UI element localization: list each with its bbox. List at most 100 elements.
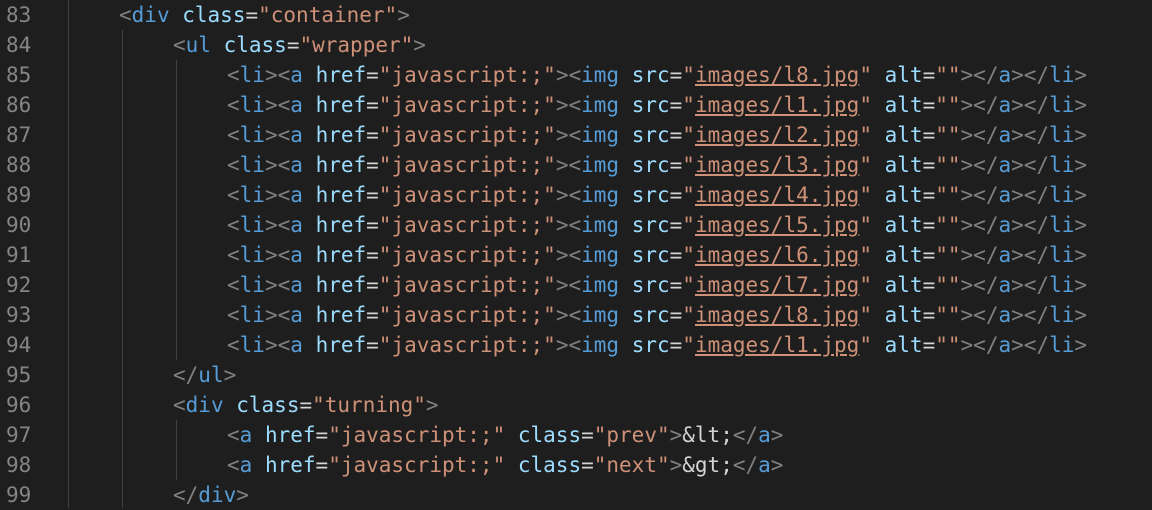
code-token: > bbox=[1074, 213, 1088, 237]
code-token: "javascript:;" bbox=[378, 153, 556, 177]
code-token: </ bbox=[173, 483, 199, 507]
code-token: >< bbox=[264, 183, 291, 207]
code-token: < bbox=[227, 273, 240, 297]
code-line[interactable]: <li><a href="javascript:;"><img src="ima… bbox=[227, 210, 1087, 240]
code-token: a bbox=[290, 183, 303, 207]
code-line[interactable]: <li><a href="javascript:;"><img src="ima… bbox=[227, 180, 1087, 210]
code-token[interactable]: images/l8.jpg bbox=[695, 303, 859, 327]
code-line[interactable]: </ul> bbox=[173, 360, 236, 390]
code-token: a bbox=[290, 303, 303, 327]
code-token: > bbox=[1074, 273, 1088, 297]
code-token: img bbox=[581, 93, 620, 117]
code-token: >< bbox=[555, 183, 582, 207]
code-token: ></ bbox=[1011, 93, 1050, 117]
code-token: class bbox=[517, 423, 582, 447]
code-token: < bbox=[227, 93, 240, 117]
code-token: < bbox=[227, 123, 240, 147]
code-token[interactable]: images/l8.jpg bbox=[695, 63, 859, 87]
code-line[interactable]: <li><a href="javascript:;"><img src="ima… bbox=[227, 330, 1087, 360]
code-token[interactable]: images/l1.jpg bbox=[695, 333, 859, 357]
code-token[interactable]: images/l2.jpg bbox=[695, 123, 859, 147]
code-token: "next" bbox=[593, 453, 670, 477]
code-token: class bbox=[182, 3, 246, 27]
code-token: > bbox=[770, 423, 784, 447]
code-token: >< bbox=[555, 273, 582, 297]
code-token: >< bbox=[264, 123, 291, 147]
code-token: a bbox=[998, 243, 1012, 267]
code-line[interactable]: <li><a href="javascript:;"><img src="ima… bbox=[227, 150, 1087, 180]
code-token: = bbox=[581, 453, 594, 477]
code-line[interactable]: <li><a href="javascript:;"><img src="ima… bbox=[227, 60, 1087, 90]
code-token: >< bbox=[264, 63, 291, 87]
code-token: ></ bbox=[960, 153, 999, 177]
code-token: a bbox=[998, 333, 1012, 357]
code-token[interactable]: images/l6.jpg bbox=[695, 243, 859, 267]
code-token: = bbox=[366, 213, 379, 237]
code-token: = bbox=[922, 93, 936, 117]
code-token: li bbox=[239, 183, 265, 207]
line-number: 97 bbox=[6, 423, 32, 447]
code-token: = bbox=[366, 183, 379, 207]
code-token: = bbox=[922, 123, 936, 147]
code-line[interactable]: <li><a href="javascript:;"><img src="ima… bbox=[227, 90, 1087, 120]
code-line[interactable]: <li><a href="javascript:;"><img src="ima… bbox=[227, 240, 1087, 270]
code-token: img bbox=[581, 183, 620, 207]
code-token: li bbox=[1049, 243, 1075, 267]
code-token[interactable]: images/l4.jpg bbox=[695, 183, 859, 207]
line-number-gutter: 83 84 85 86 87 88 89 90 91 92 93 94 95 96 97 98 99 bbox=[0, 0, 60, 508]
code-line[interactable]: <ul class="wrapper"> bbox=[173, 30, 426, 60]
code-token: "javascript:;" bbox=[378, 333, 556, 357]
code-token: "" bbox=[935, 273, 961, 297]
code-token: href bbox=[315, 153, 367, 177]
code-token: div bbox=[198, 483, 237, 507]
code-token: " bbox=[859, 333, 872, 357]
code-line[interactable]: </div> bbox=[173, 480, 249, 508]
code-line[interactable]: <li><a href="javascript:;"><img src="ima… bbox=[227, 300, 1087, 330]
code-editor[interactable]: 83 84 85 86 87 88 89 90 91 92 93 94 95 96 97 98 99 <div … bbox=[0, 0, 1152, 508]
code-token: > bbox=[223, 363, 237, 387]
code-token: "javascript:;" bbox=[378, 123, 556, 147]
code-token: > bbox=[413, 33, 426, 57]
code-token: > bbox=[1074, 63, 1088, 87]
code-token: " bbox=[682, 213, 695, 237]
code-area[interactable]: <div class="container"> <ul class="wrappe… bbox=[68, 0, 1152, 508]
code-token: a bbox=[290, 273, 303, 297]
code-token: " bbox=[682, 93, 695, 117]
code-token: > bbox=[236, 483, 249, 507]
code-token[interactable]: images/l5.jpg bbox=[695, 213, 859, 237]
code-line[interactable]: <a href="javascript:;" class="next">&gt;… bbox=[227, 450, 783, 480]
code-token: li bbox=[1049, 93, 1075, 117]
code-token: li bbox=[239, 153, 265, 177]
code-line[interactable]: <div class="turning"> bbox=[173, 390, 439, 420]
code-token[interactable]: images/l3.jpg bbox=[695, 153, 859, 177]
code-token: >< bbox=[555, 63, 582, 87]
code-token: li bbox=[239, 333, 265, 357]
code-token: "prev" bbox=[593, 423, 670, 447]
code-token: li bbox=[239, 213, 265, 237]
code-token: = bbox=[366, 333, 379, 357]
code-line[interactable]: <li><a href="javascript:;"><img src="ima… bbox=[227, 270, 1087, 300]
code-line[interactable]: <li><a href="javascript:;"><img src="ima… bbox=[227, 120, 1087, 150]
code-token: >< bbox=[555, 123, 582, 147]
code-line[interactable]: <a href="javascript:;" class="prev">&lt;… bbox=[227, 420, 783, 450]
code-token[interactable]: images/l7.jpg bbox=[695, 273, 859, 297]
code-token: " bbox=[859, 303, 872, 327]
code-token: "" bbox=[935, 243, 961, 267]
code-token: "javascript:;" bbox=[328, 423, 506, 447]
code-token: < bbox=[227, 213, 240, 237]
code-token: </ bbox=[732, 453, 759, 477]
code-token[interactable]: images/l1.jpg bbox=[695, 93, 859, 117]
code-token: = bbox=[366, 63, 379, 87]
code-line[interactable]: <div class="container"> bbox=[119, 0, 410, 30]
code-token: img bbox=[581, 153, 620, 177]
code-token: a bbox=[239, 423, 253, 447]
